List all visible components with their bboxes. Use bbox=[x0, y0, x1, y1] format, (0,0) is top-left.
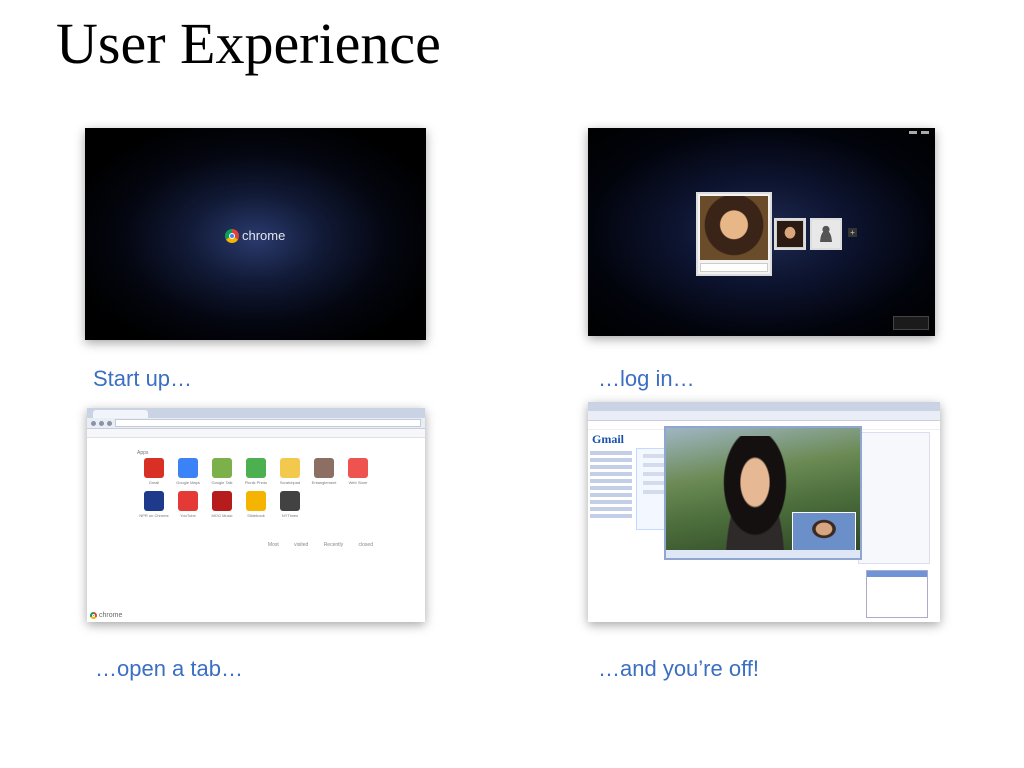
chrome-icon bbox=[225, 228, 239, 243]
slide-title: User Experience bbox=[56, 11, 441, 76]
user-photo bbox=[777, 221, 803, 247]
address-bar[interactable] bbox=[115, 419, 421, 427]
login-screenshot: + bbox=[588, 128, 935, 336]
video-controls[interactable] bbox=[666, 550, 860, 558]
notepad-icon bbox=[280, 458, 300, 478]
user-pod-selected[interactable] bbox=[696, 192, 772, 276]
user-photo bbox=[700, 196, 768, 260]
app-name: Web Store bbox=[348, 480, 368, 485]
app-tile[interactable]: Google Talk bbox=[205, 458, 239, 485]
password-field[interactable] bbox=[700, 263, 768, 272]
photo-icon bbox=[246, 458, 266, 478]
app-name: Slidebook bbox=[247, 513, 265, 518]
slides-icon bbox=[246, 491, 266, 511]
app-tile[interactable]: Web Store bbox=[341, 458, 375, 485]
gmail-icon bbox=[144, 458, 164, 478]
reload-icon[interactable] bbox=[107, 420, 112, 426]
newtab-links[interactable]: Most visited Recently closed bbox=[268, 542, 373, 548]
tab-strip bbox=[588, 402, 940, 411]
nytimes-icon bbox=[280, 491, 300, 511]
caption-startup: Start up… bbox=[93, 366, 193, 391]
self-video bbox=[792, 512, 856, 554]
app-name: NYTimes bbox=[281, 513, 299, 518]
chrome-logo: chrome bbox=[225, 228, 285, 243]
gmail-screenshot: Gmail bbox=[588, 402, 940, 622]
apps-heading: Apps bbox=[137, 450, 149, 456]
toolbar bbox=[87, 418, 425, 429]
newtab-brand: chrome bbox=[90, 612, 122, 619]
app-tile[interactable]: MOG Music bbox=[205, 491, 239, 518]
app-name: Scratchpad bbox=[279, 480, 301, 485]
chat-window[interactable] bbox=[866, 570, 928, 618]
npr-icon bbox=[144, 491, 164, 511]
app-tile[interactable]: Scratchpad bbox=[273, 458, 307, 485]
back-icon[interactable] bbox=[91, 420, 96, 426]
gmail-right-pane bbox=[858, 432, 930, 564]
tab-new-tab[interactable] bbox=[93, 410, 148, 418]
tab-strip bbox=[87, 408, 425, 418]
app-tile[interactable]: NYTimes bbox=[273, 491, 307, 518]
caption-login: …log in… bbox=[598, 366, 695, 391]
app-name: NPR on Chrome bbox=[139, 513, 169, 518]
video-chat-window[interactable] bbox=[664, 426, 862, 560]
app-name: Google Maps bbox=[176, 480, 200, 485]
app-name: MOG Music bbox=[211, 513, 233, 518]
app-name: Gmail bbox=[148, 480, 160, 485]
address-bar[interactable] bbox=[588, 411, 940, 421]
user-pod[interactable] bbox=[774, 218, 806, 250]
remote-video bbox=[710, 436, 800, 558]
gmail-sidebar bbox=[590, 448, 632, 521]
app-name: Entanglement bbox=[311, 480, 337, 485]
app-tile[interactable]: Google Maps bbox=[171, 458, 205, 485]
bookmark-bar bbox=[87, 429, 425, 438]
add-user-button[interactable]: + bbox=[848, 228, 857, 237]
maps-icon bbox=[178, 458, 198, 478]
forward-icon[interactable] bbox=[99, 420, 104, 426]
guest-icon bbox=[817, 224, 835, 242]
app-tile[interactable]: YouTube bbox=[171, 491, 205, 518]
startup-screenshot: chrome bbox=[85, 128, 426, 340]
app-grid: Gmail Google Maps Google Talk Picnik Photo S… bbox=[137, 458, 375, 518]
youtube-icon bbox=[178, 491, 198, 511]
status-tray bbox=[909, 131, 929, 134]
store-icon bbox=[348, 458, 368, 478]
chrome-wordmark: chrome bbox=[99, 612, 123, 619]
app-tile[interactable]: Slidebook bbox=[239, 491, 273, 518]
music-icon bbox=[212, 491, 232, 511]
talk-icon bbox=[212, 458, 232, 478]
app-name: YouTube bbox=[180, 513, 196, 518]
caption-newtab: …open a tab… bbox=[95, 656, 243, 681]
app-name: Picnik Photo bbox=[244, 480, 268, 485]
newtab-screenshot: Apps Gmail Google Maps Google Talk Picnik P… bbox=[87, 408, 425, 622]
entanglement-icon bbox=[314, 458, 334, 478]
shutdown-button[interactable] bbox=[893, 316, 929, 330]
app-name: Google Talk bbox=[211, 480, 233, 485]
app-tile[interactable]: Gmail bbox=[137, 458, 171, 485]
caption-gmail: …and you’re off! bbox=[598, 656, 760, 681]
app-tile[interactable]: Picnik Photo bbox=[239, 458, 273, 485]
gmail-logo: Gmail bbox=[592, 432, 624, 446]
app-tile[interactable]: NPR on Chrome bbox=[137, 491, 171, 518]
chrome-icon bbox=[90, 612, 97, 619]
app-tile[interactable]: Entanglement bbox=[307, 458, 341, 485]
chrome-wordmark: chrome bbox=[242, 228, 286, 243]
guest-pod[interactable] bbox=[810, 218, 842, 250]
